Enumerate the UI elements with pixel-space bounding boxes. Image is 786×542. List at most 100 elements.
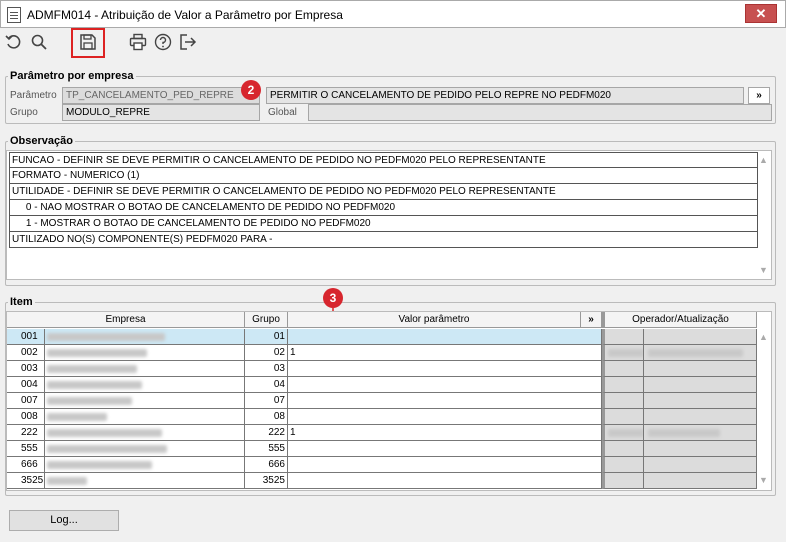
operador-cell xyxy=(602,377,644,393)
table-row[interactable]: 3525 3525 xyxy=(7,473,757,489)
grupo-cell[interactable]: 03 xyxy=(245,361,288,377)
column-header-valor[interactable]: Valor parâmetro xyxy=(288,312,581,328)
atualizacao-cell xyxy=(644,473,757,489)
empresa-code-cell[interactable]: 222 xyxy=(7,425,45,441)
empresa-code-cell[interactable]: 001 xyxy=(7,329,45,345)
app-document-icon xyxy=(7,7,21,23)
grupo-cell[interactable]: 01 xyxy=(245,329,288,345)
parametro-label: Parâmetro xyxy=(10,90,57,101)
grupo-label: Grupo xyxy=(10,107,38,118)
step-badge-3: 3 xyxy=(323,288,343,308)
empresa-code-cell[interactable]: 3525 xyxy=(7,473,45,489)
table-row[interactable]: 001 01 xyxy=(7,329,757,345)
empresa-name-cell[interactable] xyxy=(45,329,245,345)
empresa-name-cell[interactable] xyxy=(45,345,245,361)
valor-cell[interactable] xyxy=(288,409,602,425)
empresa-name-cell[interactable] xyxy=(45,377,245,393)
grid-scroll-down-icon[interactable]: ▼ xyxy=(757,475,770,485)
empresa-code-cell[interactable]: 666 xyxy=(7,457,45,473)
column-header-empresa[interactable]: Empresa xyxy=(7,312,245,328)
empresa-name-cell[interactable] xyxy=(45,393,245,409)
valor-cell[interactable] xyxy=(288,457,602,473)
empresa-code-cell[interactable]: 007 xyxy=(7,393,45,409)
column-header-operador[interactable]: Operador/Atualização xyxy=(602,312,757,328)
grupo-cell[interactable]: 07 xyxy=(245,393,288,409)
exit-button[interactable] xyxy=(177,31,199,53)
empresa-code-cell[interactable]: 004 xyxy=(7,377,45,393)
table-row[interactable]: 003 03 xyxy=(7,361,757,377)
valor-cell[interactable] xyxy=(288,441,602,457)
atualizacao-cell xyxy=(644,329,757,345)
parametro-more-button[interactable]: » xyxy=(748,87,770,104)
scroll-down-icon[interactable]: ▼ xyxy=(757,265,770,275)
operador-cell xyxy=(602,393,644,409)
save-button[interactable] xyxy=(77,31,99,53)
empresa-name-cell[interactable] xyxy=(45,457,245,473)
atualizacao-cell xyxy=(644,409,757,425)
title-bar: ADMFM014 - Atribuição de Valor a Parâmet… xyxy=(0,0,786,28)
print-icon xyxy=(129,33,147,51)
grupo-cell[interactable]: 3525 xyxy=(245,473,288,489)
observacao-line: UTILIZADO NO(S) COMPONENTE(S) PEDFM020 P… xyxy=(9,232,758,248)
valor-cell[interactable] xyxy=(288,329,602,345)
atualizacao-cell xyxy=(644,441,757,457)
observacao-line: 0 - NAO MOSTRAR O BOTAO DE CANCELAMENTO … xyxy=(9,200,758,216)
atualizacao-cell xyxy=(644,425,757,441)
undo-button[interactable] xyxy=(3,31,25,53)
grupo-cell[interactable]: 666 xyxy=(245,457,288,473)
empresa-code-cell[interactable]: 003 xyxy=(7,361,45,377)
table-row[interactable]: 007 07 xyxy=(7,393,757,409)
operador-cell xyxy=(602,473,644,489)
operador-cell xyxy=(602,409,644,425)
empresa-code-cell[interactable]: 555 xyxy=(7,441,45,457)
empresa-name-cell[interactable] xyxy=(45,361,245,377)
grupo-cell[interactable]: 04 xyxy=(245,377,288,393)
empresa-name-cell[interactable] xyxy=(45,425,245,441)
observacao-line: FORMATO - NUMERICO (1) xyxy=(9,168,758,184)
table-row[interactable]: 222 222 1 xyxy=(7,425,757,441)
empresa-name-cell[interactable] xyxy=(45,441,245,457)
save-icon xyxy=(80,34,96,50)
grupo-cell[interactable]: 555 xyxy=(245,441,288,457)
parametro-field[interactable]: TP_CANCELAMENTO_PED_REPRE xyxy=(62,87,260,104)
log-button[interactable]: Log... xyxy=(9,510,119,531)
column-header-grupo[interactable]: Grupo xyxy=(245,312,288,328)
observacao-list[interactable]: FUNCAO - DEFINIR SE DEVE PERMITIR O CANC… xyxy=(6,150,772,280)
parametro-legend: Parâmetro por empresa xyxy=(10,70,134,82)
valor-cell[interactable]: 1 xyxy=(288,425,602,441)
observacao-line: UTILIDADE - DEFINIR SE DEVE PERMITIR O C… xyxy=(9,184,758,200)
empresa-code-cell[interactable]: 008 xyxy=(7,409,45,425)
table-row[interactable]: 666 666 xyxy=(7,457,757,473)
valor-cell[interactable] xyxy=(288,473,602,489)
empresa-name-cell[interactable] xyxy=(45,473,245,489)
empresa-name-cell[interactable] xyxy=(45,409,245,425)
table-row[interactable]: 008 08 xyxy=(7,409,757,425)
grupo-cell[interactable]: 02 xyxy=(245,345,288,361)
atualizacao-cell xyxy=(644,393,757,409)
global-field xyxy=(308,104,772,121)
table-row[interactable]: 002 02 1 xyxy=(7,345,757,361)
operador-cell xyxy=(602,425,644,441)
valor-cell[interactable]: 1 xyxy=(288,345,602,361)
close-button[interactable]: ✕ xyxy=(745,4,777,23)
valor-cell[interactable] xyxy=(288,361,602,377)
operador-cell xyxy=(602,441,644,457)
empresa-code-cell[interactable]: 002 xyxy=(7,345,45,361)
operador-cell xyxy=(602,361,644,377)
table-row[interactable]: 004 04 xyxy=(7,377,757,393)
scroll-up-icon[interactable]: ▲ xyxy=(757,155,770,165)
observacao-legend: Observação xyxy=(10,135,73,147)
search-button[interactable] xyxy=(28,31,50,53)
atualizacao-cell xyxy=(644,361,757,377)
valor-more-button[interactable]: » xyxy=(581,312,602,328)
atualizacao-cell xyxy=(644,345,757,361)
print-button[interactable] xyxy=(127,31,149,53)
grupo-cell[interactable]: 08 xyxy=(245,409,288,425)
item-legend: Item xyxy=(10,296,33,308)
help-button[interactable] xyxy=(152,31,174,53)
valor-cell[interactable] xyxy=(288,377,602,393)
table-row[interactable]: 555 555 xyxy=(7,441,757,457)
grid-scroll-up-icon[interactable]: ▲ xyxy=(757,332,770,342)
grupo-cell[interactable]: 222 xyxy=(245,425,288,441)
valor-cell[interactable] xyxy=(288,393,602,409)
